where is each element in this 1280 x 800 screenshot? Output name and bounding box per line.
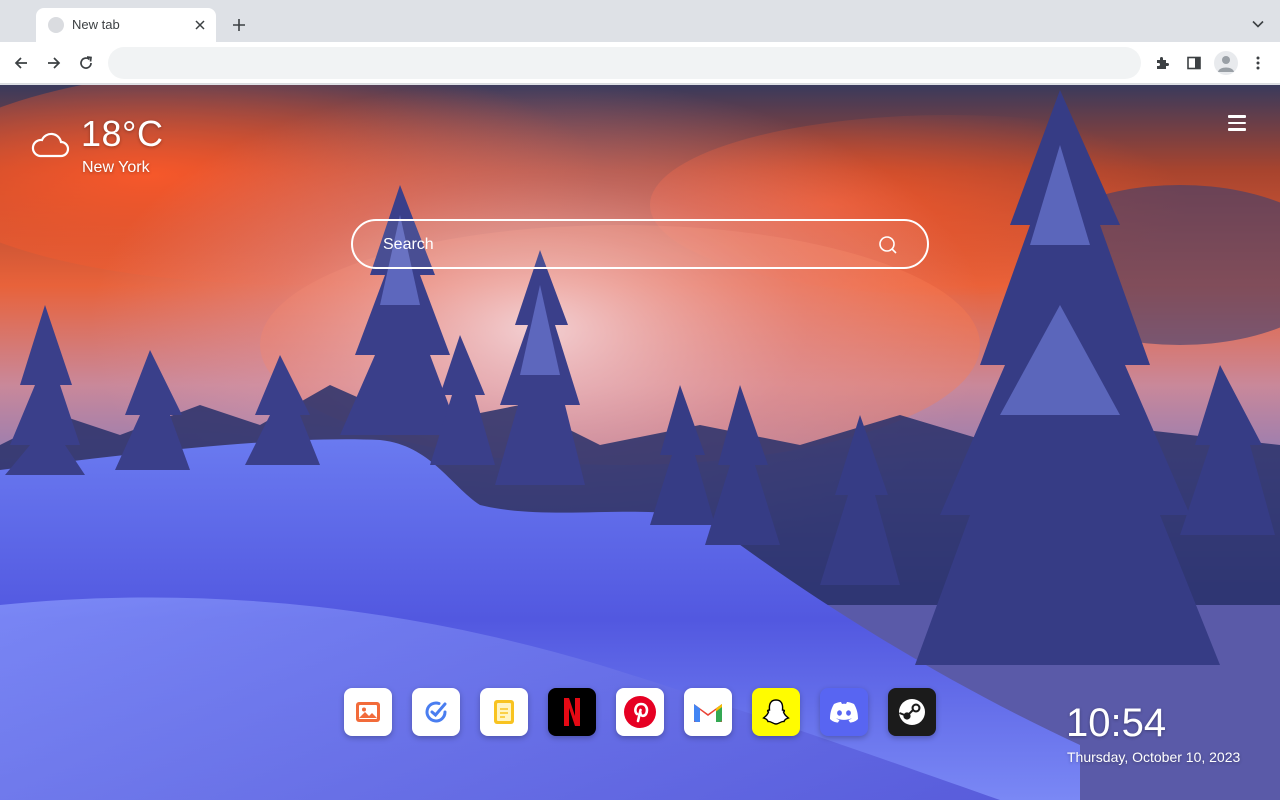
chevron-down-icon: [1252, 20, 1264, 28]
side-panel-icon: [1187, 56, 1201, 70]
back-button[interactable]: [9, 51, 33, 75]
more-vert-icon: [1256, 56, 1260, 70]
profile-icon: [1218, 56, 1234, 72]
shortcut-netflix[interactable]: [548, 688, 596, 736]
shortcut-tasks[interactable]: [412, 688, 460, 736]
shortcut-steam[interactable]: [888, 688, 936, 736]
netflix-icon: [564, 698, 580, 726]
search-input[interactable]: [383, 233, 853, 257]
back-icon: [14, 57, 27, 69]
discord-icon: [830, 702, 858, 723]
shortcut-dock: [344, 688, 944, 736]
task-check-icon: [425, 701, 447, 723]
search-box[interactable]: [351, 219, 929, 269]
profile-button[interactable]: [1214, 51, 1238, 75]
steam-icon: [899, 699, 925, 725]
favicon-icon: [48, 17, 64, 33]
menu-button[interactable]: [1228, 115, 1250, 135]
gmail-icon: [694, 704, 722, 722]
shortcut-gmail[interactable]: [684, 688, 732, 736]
clock-date: Thursday, October 10, 2023: [1067, 749, 1241, 765]
more-menu-button[interactable]: [1246, 51, 1270, 75]
search-icon[interactable]: [878, 235, 898, 255]
hamburger-menu-icon: [1228, 115, 1250, 131]
new-tab-page: 18°C New York Search 10:54 Thursday, Oct…: [0, 85, 1280, 800]
clock-time: 10:54: [1066, 701, 1167, 745]
shortcut-notes[interactable]: [480, 688, 528, 736]
browser-toolbar: [0, 42, 1280, 84]
forward-button[interactable]: [42, 51, 66, 75]
plus-icon: [233, 19, 245, 31]
forward-icon: [48, 57, 61, 69]
photo-gallery-icon: [356, 702, 380, 722]
reload-icon: [80, 56, 92, 69]
extensions-icon: [1157, 57, 1169, 69]
tab-title: New tab: [72, 17, 120, 32]
pinterest-icon: [624, 696, 656, 728]
extensions-button[interactable]: [1150, 51, 1174, 75]
close-icon[interactable]: [190, 15, 210, 35]
tab-new-tab[interactable]: New tab: [36, 8, 216, 42]
notes-icon: [494, 700, 514, 724]
shortcut-snapchat[interactable]: [752, 688, 800, 736]
shortcut-pinterest[interactable]: [616, 688, 664, 736]
shortcut-discord[interactable]: [820, 688, 868, 736]
weather-city: New York: [82, 159, 150, 176]
tab-search-button[interactable]: [1248, 14, 1268, 34]
shortcut-photos[interactable]: [344, 688, 392, 736]
reload-button[interactable]: [74, 51, 98, 75]
tab-strip: New tab: [0, 0, 1280, 42]
new-tab-button[interactable]: [228, 14, 250, 36]
weather-temperature: 18°C: [81, 113, 164, 154]
side-panel-button[interactable]: [1182, 51, 1206, 75]
address-bar[interactable]: [108, 47, 1141, 79]
cloud-icon: [31, 132, 70, 158]
snapchat-icon: [762, 699, 790, 725]
